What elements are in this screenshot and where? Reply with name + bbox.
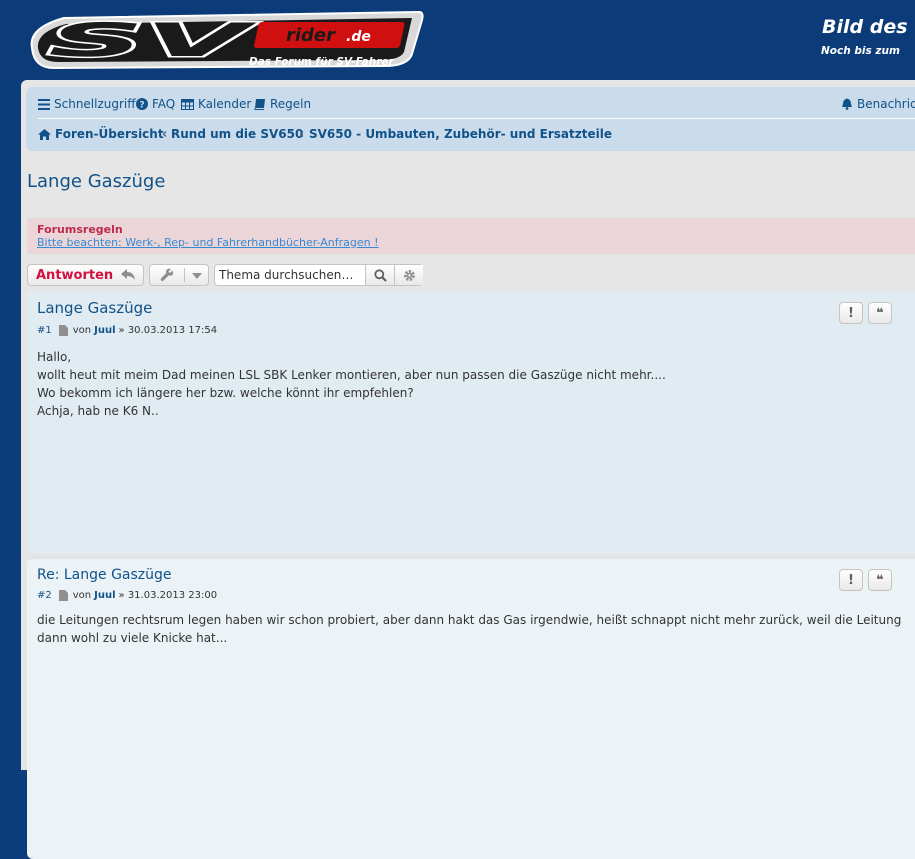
banner-subtitle: Noch bis zum xyxy=(821,45,900,57)
post-title[interactable]: Re: Lange Gaszüge xyxy=(37,567,172,583)
topic-search xyxy=(214,264,423,286)
book-icon xyxy=(254,99,265,110)
rules-link[interactable]: Regeln xyxy=(254,97,311,111)
document-icon[interactable] xyxy=(58,590,68,601)
post-date: » 30.03.2013 17:54 xyxy=(118,325,218,336)
reply-button[interactable]: Antworten xyxy=(27,264,144,286)
topic-title[interactable]: Lange Gaszüge xyxy=(27,171,165,192)
post-by-label: von xyxy=(72,325,92,336)
advanced-search-button[interactable] xyxy=(394,265,423,285)
calendar-link[interactable]: Kalender xyxy=(181,97,251,111)
breadcrumb-forum[interactable]: Rund um die SV650 xyxy=(171,127,303,141)
home-icon xyxy=(38,128,51,140)
site-header: SV SV rider .de Das Forum für SV-Fahrer … xyxy=(0,0,915,80)
tools-divider xyxy=(184,268,185,282)
quote-icon: ❝ xyxy=(876,305,884,321)
report-button[interactable]: ! xyxy=(839,302,863,324)
bell-icon xyxy=(842,98,852,110)
post-line: dann wohl zu viele Knicke hat... xyxy=(37,631,228,645)
chevron-left-icon: ‹ xyxy=(162,127,168,142)
post-line: Wo bekomm ich längere her bzw. welche kö… xyxy=(37,386,414,400)
chevron-left-icon: ‹ xyxy=(299,127,305,142)
post-author[interactable]: Juul xyxy=(94,325,115,336)
calendar-icon xyxy=(181,99,194,110)
site-subtitle: Das Forum für SV-Fahrer xyxy=(249,56,394,68)
gear-icon xyxy=(403,269,415,281)
quote-button[interactable]: ❝ xyxy=(868,302,892,324)
post-meta: #1 von Juul » 30.03.2013 17:54 xyxy=(37,325,217,336)
forum-rules-link[interactable]: Bitte beachten: Werk-, Rep- und Fahrerha… xyxy=(37,236,379,249)
navbar: Schnellzugriff ? FAQ Kalender Regeln Ben… xyxy=(26,87,915,151)
topic-search-input[interactable] xyxy=(215,265,365,285)
post-content: Hallo, wollt heut mit meim Dad meinen LS… xyxy=(37,348,887,420)
breadcrumb-subforum[interactable]: SV650 - Umbauten, Zubehör- und Ersatztei… xyxy=(309,127,612,141)
menu-icon xyxy=(38,98,50,110)
post-by-label: von xyxy=(72,590,92,601)
report-button[interactable]: ! xyxy=(839,569,863,591)
post-author[interactable]: Juul xyxy=(94,590,115,601)
exclamation-icon: ! xyxy=(848,305,854,321)
post: Lange Gaszüge #1 von Juul » 30.03.2013 1… xyxy=(27,291,915,553)
reply-label: Antworten xyxy=(36,267,114,283)
svg-text:rider: rider xyxy=(286,25,336,46)
navbar-divider xyxy=(38,118,915,119)
forum-rules-box: Forumsregeln Bitte beachten: Werk-, Rep-… xyxy=(27,218,915,254)
notifications-label: Benachrich xyxy=(857,97,915,111)
post: Re: Lange Gaszüge #2 von Juul » 31.03.20… xyxy=(27,556,915,859)
question-circle-icon: ? xyxy=(136,98,148,110)
caret-down-icon xyxy=(192,273,202,279)
faq-label: FAQ xyxy=(152,97,176,111)
post-title[interactable]: Lange Gaszüge xyxy=(37,299,152,317)
quote-button[interactable]: ❝ xyxy=(868,569,892,591)
search-icon xyxy=(373,268,387,282)
breadcrumb-home-label: Foren-Übersicht xyxy=(55,127,164,141)
rules-label: Regeln xyxy=(270,97,312,111)
svg-text:SV: SV xyxy=(48,13,258,67)
exclamation-icon: ! xyxy=(848,572,854,588)
post-number[interactable]: #2 xyxy=(37,590,52,601)
reply-icon xyxy=(121,269,136,280)
document-icon[interactable] xyxy=(58,325,68,336)
search-button[interactable] xyxy=(365,265,394,285)
post-number[interactable]: #1 xyxy=(37,325,52,336)
svg-text:.de: .de xyxy=(346,29,371,45)
post-date: » 31.03.2013 23:00 xyxy=(118,590,218,601)
quick-access-link[interactable]: Schnellzugriff xyxy=(38,97,136,111)
post-line: die Leitungen rechtsrum legen haben wir … xyxy=(37,613,902,627)
quick-access-label: Schnellzugriff xyxy=(54,97,136,111)
quote-icon: ❝ xyxy=(876,572,884,588)
post-content: die Leitungen rechtsrum legen haben wir … xyxy=(37,611,902,647)
post-meta: #2 von Juul » 31.03.2013 23:00 xyxy=(37,590,217,601)
post-line: Hallo, xyxy=(37,350,72,364)
breadcrumb-home[interactable]: Foren-Übersicht xyxy=(38,127,164,141)
faq-link[interactable]: ? FAQ xyxy=(136,97,175,111)
forum-rules-title: Forumsregeln xyxy=(37,223,123,236)
breadcrumb-subforum-label: SV650 - Umbauten, Zubehör- und Ersatztei… xyxy=(309,127,612,141)
wrench-icon xyxy=(160,268,174,282)
page-wrapper: Schnellzugriff ? FAQ Kalender Regeln Ben… xyxy=(21,80,915,859)
svg-text:?: ? xyxy=(139,101,144,111)
notifications-link[interactable]: Benachrich xyxy=(841,97,915,111)
post-line: Achja, hab ne K6 N.. xyxy=(37,404,159,418)
banner-title[interactable]: Bild des xyxy=(822,16,908,38)
calendar-label: Kalender xyxy=(198,97,252,111)
topic-tools-button[interactable] xyxy=(149,264,209,286)
breadcrumb-forum-label: Rund um die SV650 xyxy=(171,127,304,141)
post-line: wollt heut mit meim Dad meinen LSL SBK L… xyxy=(37,368,666,382)
